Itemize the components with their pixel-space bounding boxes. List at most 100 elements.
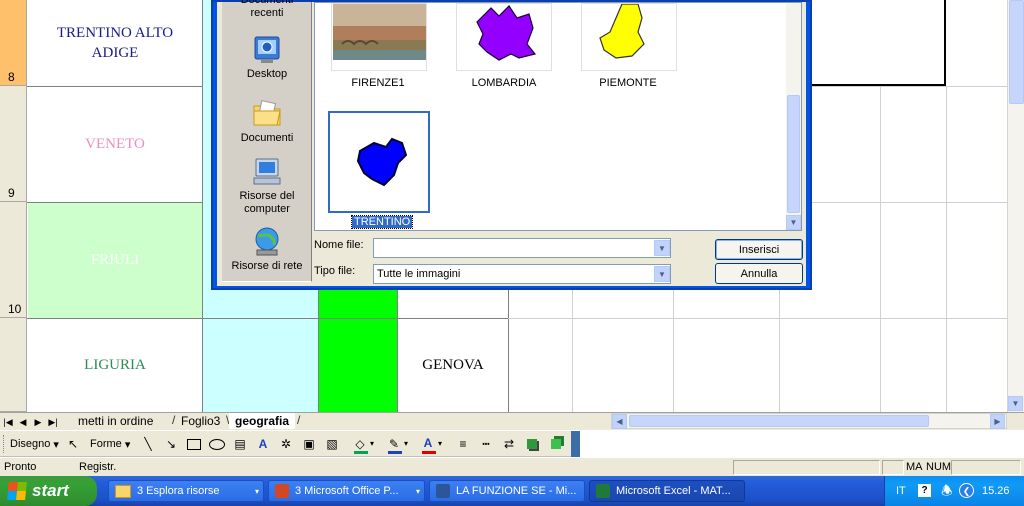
fill-color-icon[interactable]: ◇ bbox=[352, 436, 368, 452]
tab-metti-in-ordine[interactable]: metti in ordine bbox=[72, 413, 159, 429]
task-excel[interactable]: Microsoft Excel - MAT... bbox=[589, 480, 745, 502]
scroll-thumb[interactable] bbox=[1009, 0, 1024, 104]
filetype-value: Tutte le immagini bbox=[377, 268, 461, 280]
florence-photo-thumbnail bbox=[332, 4, 426, 70]
select-objects-icon[interactable]: ↖ bbox=[65, 436, 81, 452]
drawing-toolbar: Disegno ▾ ↖ Forme ▾ ╲ ↘ ▤ A ✲ ▣ ▧ ◇ ▾ ✎ … bbox=[0, 431, 580, 457]
row-header-9[interactable]: 9 bbox=[0, 86, 27, 202]
file-trentino[interactable] bbox=[328, 111, 430, 213]
scroll-left-button[interactable]: ◀ bbox=[612, 414, 627, 429]
recent-documents-label: Documenti recenti bbox=[240, 0, 294, 19]
file-piemonte[interactable] bbox=[581, 3, 677, 71]
filename-dropdown-button[interactable]: ▼ bbox=[654, 240, 670, 256]
tab-geografia[interactable]: geografia bbox=[229, 413, 296, 429]
prev-sheet-button[interactable]: ◀ bbox=[17, 415, 29, 429]
toolbar-options-icon[interactable] bbox=[571, 431, 580, 457]
rectangle-icon[interactable] bbox=[186, 436, 202, 452]
3d-icon[interactable] bbox=[548, 436, 564, 452]
file-list-scrollbar[interactable]: ▼ bbox=[786, 3, 801, 230]
vertical-scrollbar[interactable]: ▼ bbox=[1007, 0, 1024, 412]
task-word[interactable]: LA FUNZIONE SE - Mi... bbox=[429, 480, 585, 502]
region-name-liguria: LIGURIA bbox=[84, 357, 146, 373]
desktop-label: Desktop bbox=[246, 68, 288, 80]
line-style-icon[interactable]: ≡ bbox=[455, 436, 471, 452]
insert-picture-icon[interactable]: ▧ bbox=[324, 436, 340, 452]
show-hidden-icons-button[interactable]: ❮ bbox=[959, 483, 974, 498]
insert-button[interactable]: Inserisci bbox=[715, 239, 803, 260]
filetype-label: Tipo file: bbox=[314, 265, 356, 277]
wordart-icon[interactable]: A bbox=[255, 436, 271, 452]
cell-region-liguria[interactable]: LIGURIA bbox=[28, 318, 202, 412]
language-indicator[interactable]: IT bbox=[896, 485, 906, 497]
textbox-icon[interactable]: ▤ bbox=[232, 436, 248, 452]
task-explorer-label: 3 Esplora risorse bbox=[137, 485, 220, 497]
places-bar: Documenti recenti Desktop Documenti Riso… bbox=[222, 0, 312, 282]
clipart-icon[interactable]: ▣ bbox=[301, 436, 317, 452]
row-header-10[interactable]: 10 bbox=[0, 202, 27, 318]
file-list-scroll-down[interactable]: ▼ bbox=[786, 215, 801, 230]
cell-region-trentino[interactable]: TRENTINO ALTO ADIGE bbox=[28, 0, 202, 86]
place-network[interactable]: Risorse di rete bbox=[222, 226, 312, 272]
network-icon bbox=[251, 226, 283, 258]
font-color-icon[interactable]: A bbox=[420, 435, 436, 451]
clock: 15.26 bbox=[982, 485, 1010, 497]
horizontal-scroll-thumb[interactable] bbox=[629, 415, 929, 427]
my-computer-icon bbox=[251, 156, 283, 188]
dash-style-icon[interactable]: ┅ bbox=[478, 436, 494, 452]
help-icon[interactable]: ? bbox=[918, 484, 931, 497]
next-sheet-button[interactable]: ▶ bbox=[32, 415, 44, 429]
diagram-icon[interactable]: ✲ bbox=[278, 436, 294, 452]
file-firenze1[interactable] bbox=[331, 3, 427, 71]
shadow-icon[interactable] bbox=[524, 436, 540, 452]
task-explorer[interactable]: 3 Esplora risorse ▾ bbox=[108, 480, 264, 502]
windows-flag-icon bbox=[7, 482, 27, 500]
row-header-11[interactable] bbox=[0, 318, 27, 412]
num-lock-indicator: NUM bbox=[926, 461, 952, 473]
line-color-icon[interactable]: ✎ bbox=[386, 436, 402, 452]
status-mode: Registr. bbox=[79, 461, 117, 473]
cell-green-liguria[interactable] bbox=[319, 290, 397, 412]
place-desktop[interactable]: Desktop bbox=[222, 34, 312, 80]
place-recent-documents[interactable]: Documenti recenti bbox=[222, 0, 312, 20]
cancel-button[interactable]: Annulla bbox=[715, 263, 803, 284]
start-button[interactable]: start bbox=[0, 476, 97, 506]
task-powerpoint[interactable]: 3 Microsoft Office P... ▾ bbox=[268, 480, 425, 502]
file-lombardia[interactable] bbox=[456, 3, 552, 71]
arrow-icon[interactable]: ↘ bbox=[163, 436, 179, 452]
excel-icon bbox=[596, 484, 610, 498]
filetype-dropdown-button[interactable]: ▼ bbox=[654, 266, 670, 282]
tray-volume-icon[interactable]: 🕭 bbox=[941, 482, 953, 504]
scroll-right-button[interactable]: ▶ bbox=[990, 414, 1005, 429]
system-tray: IT ? 🕭 ❮ 15.26 bbox=[884, 476, 1024, 506]
last-sheet-button[interactable]: ▶| bbox=[47, 415, 59, 429]
line-icon[interactable]: ╲ bbox=[140, 436, 156, 452]
shapes-menu-label: Forme bbox=[90, 438, 122, 450]
trentino-map-thumbnail bbox=[356, 137, 408, 187]
arrow-style-icon[interactable]: ⇄ bbox=[501, 436, 517, 452]
cell-region-veneto[interactable]: VENETO bbox=[28, 86, 202, 202]
place-documents[interactable]: Documenti bbox=[222, 98, 312, 144]
filetype-select[interactable]: Tutte le immagini ▼ bbox=[373, 264, 671, 284]
file-list-scroll-thumb[interactable] bbox=[787, 95, 800, 213]
draw-menu-label: Disegno bbox=[10, 438, 51, 450]
folder-icon bbox=[115, 484, 131, 498]
region-name-friuli: FRIULI bbox=[90, 252, 140, 268]
file-label-trentino-text: TRENTINO bbox=[350, 215, 414, 229]
row-header-8[interactable]: 8 bbox=[0, 0, 27, 86]
horizontal-scrollbar[interactable]: ◀ ▶ bbox=[611, 413, 1007, 429]
draw-menu[interactable]: Disegno ▾ bbox=[10, 433, 59, 455]
tab-foglio3[interactable]: Foglio3 bbox=[175, 413, 226, 429]
cell-region-friuli[interactable]: FRIULI bbox=[28, 202, 202, 318]
file-list[interactable]: FIRENZE1 LOMBARDIA PIEMONTE TRENTINO ▼ bbox=[314, 2, 802, 231]
piemonte-map-thumbnail bbox=[599, 4, 645, 59]
region-name-veneto: VENETO bbox=[85, 136, 145, 152]
powerpoint-icon bbox=[275, 484, 289, 498]
first-sheet-button[interactable]: |◀ bbox=[2, 415, 14, 429]
filename-input[interactable]: ▼ bbox=[373, 238, 671, 258]
shapes-menu[interactable]: Forme ▾ bbox=[90, 433, 130, 455]
place-my-computer[interactable]: Risorse del computer bbox=[222, 156, 312, 216]
cell-capital-genova[interactable]: GENOVA bbox=[398, 318, 508, 412]
dialog-body: Documenti recenti Desktop Documenti Riso… bbox=[217, 0, 806, 286]
oval-icon[interactable] bbox=[209, 436, 225, 452]
scroll-down-button[interactable]: ▼ bbox=[1008, 396, 1023, 411]
